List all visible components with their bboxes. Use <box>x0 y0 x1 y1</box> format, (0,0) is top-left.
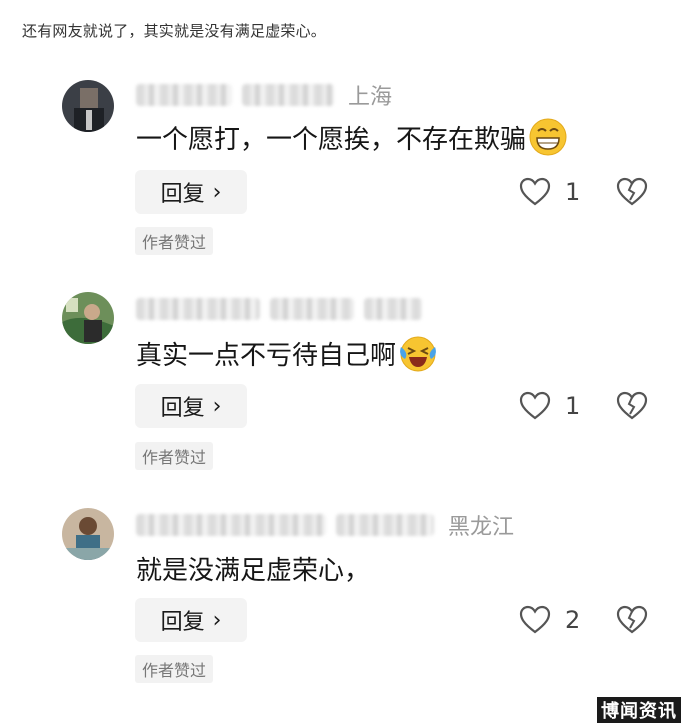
author-liked-tag: 作者赞过 <box>135 442 214 470</box>
blurred-username <box>270 298 354 320</box>
reply-label: 回复 <box>160 610 205 635</box>
chevron-right-icon: › <box>212 393 222 419</box>
watermark: 博闻资讯 <box>597 697 681 723</box>
location-label: 黑龙江 <box>448 515 515 540</box>
reply-button[interactable]: 回复 › <box>135 384 247 428</box>
laughing-crying-emoji-icon <box>400 336 436 372</box>
chevron-right-icon: › <box>212 607 222 633</box>
heart-outline-icon <box>519 605 551 634</box>
broken-heart-icon[interactable] <box>616 391 648 421</box>
reply-button[interactable]: 回复 › <box>135 598 247 642</box>
comment-text: 就是没满足虚荣心， <box>136 548 370 588</box>
commenter-meta: 黑龙江 <box>136 510 514 540</box>
like-button[interactable]: 2 <box>519 598 580 642</box>
commenter-meta <box>136 294 432 324</box>
broken-heart-icon[interactable] <box>616 605 648 635</box>
like-count: 1 <box>565 392 581 420</box>
author-liked-tag: 作者赞过 <box>135 227 214 255</box>
blurred-username <box>336 514 434 536</box>
comment-item: 黑龙江 就是没满足虚荣心， 回复 › 2 作者赞过 <box>0 0 691 683</box>
avatar[interactable] <box>62 292 114 344</box>
comment-text-content: 真实一点不亏待自己啊 <box>136 340 397 371</box>
comment-text: 真实一点不亏待自己啊 <box>136 333 438 373</box>
heart-outline-icon <box>519 391 551 420</box>
blurred-username <box>136 514 326 536</box>
blurred-username <box>364 298 422 320</box>
avatar[interactable] <box>62 508 114 560</box>
reply-label: 回复 <box>160 396 205 421</box>
comment-text-content: 就是没满足虚荣心， <box>136 555 371 586</box>
author-liked-tag: 作者赞过 <box>135 655 214 683</box>
like-button[interactable]: 1 <box>519 384 580 428</box>
like-count: 2 <box>565 606 581 634</box>
blurred-username <box>136 298 260 320</box>
